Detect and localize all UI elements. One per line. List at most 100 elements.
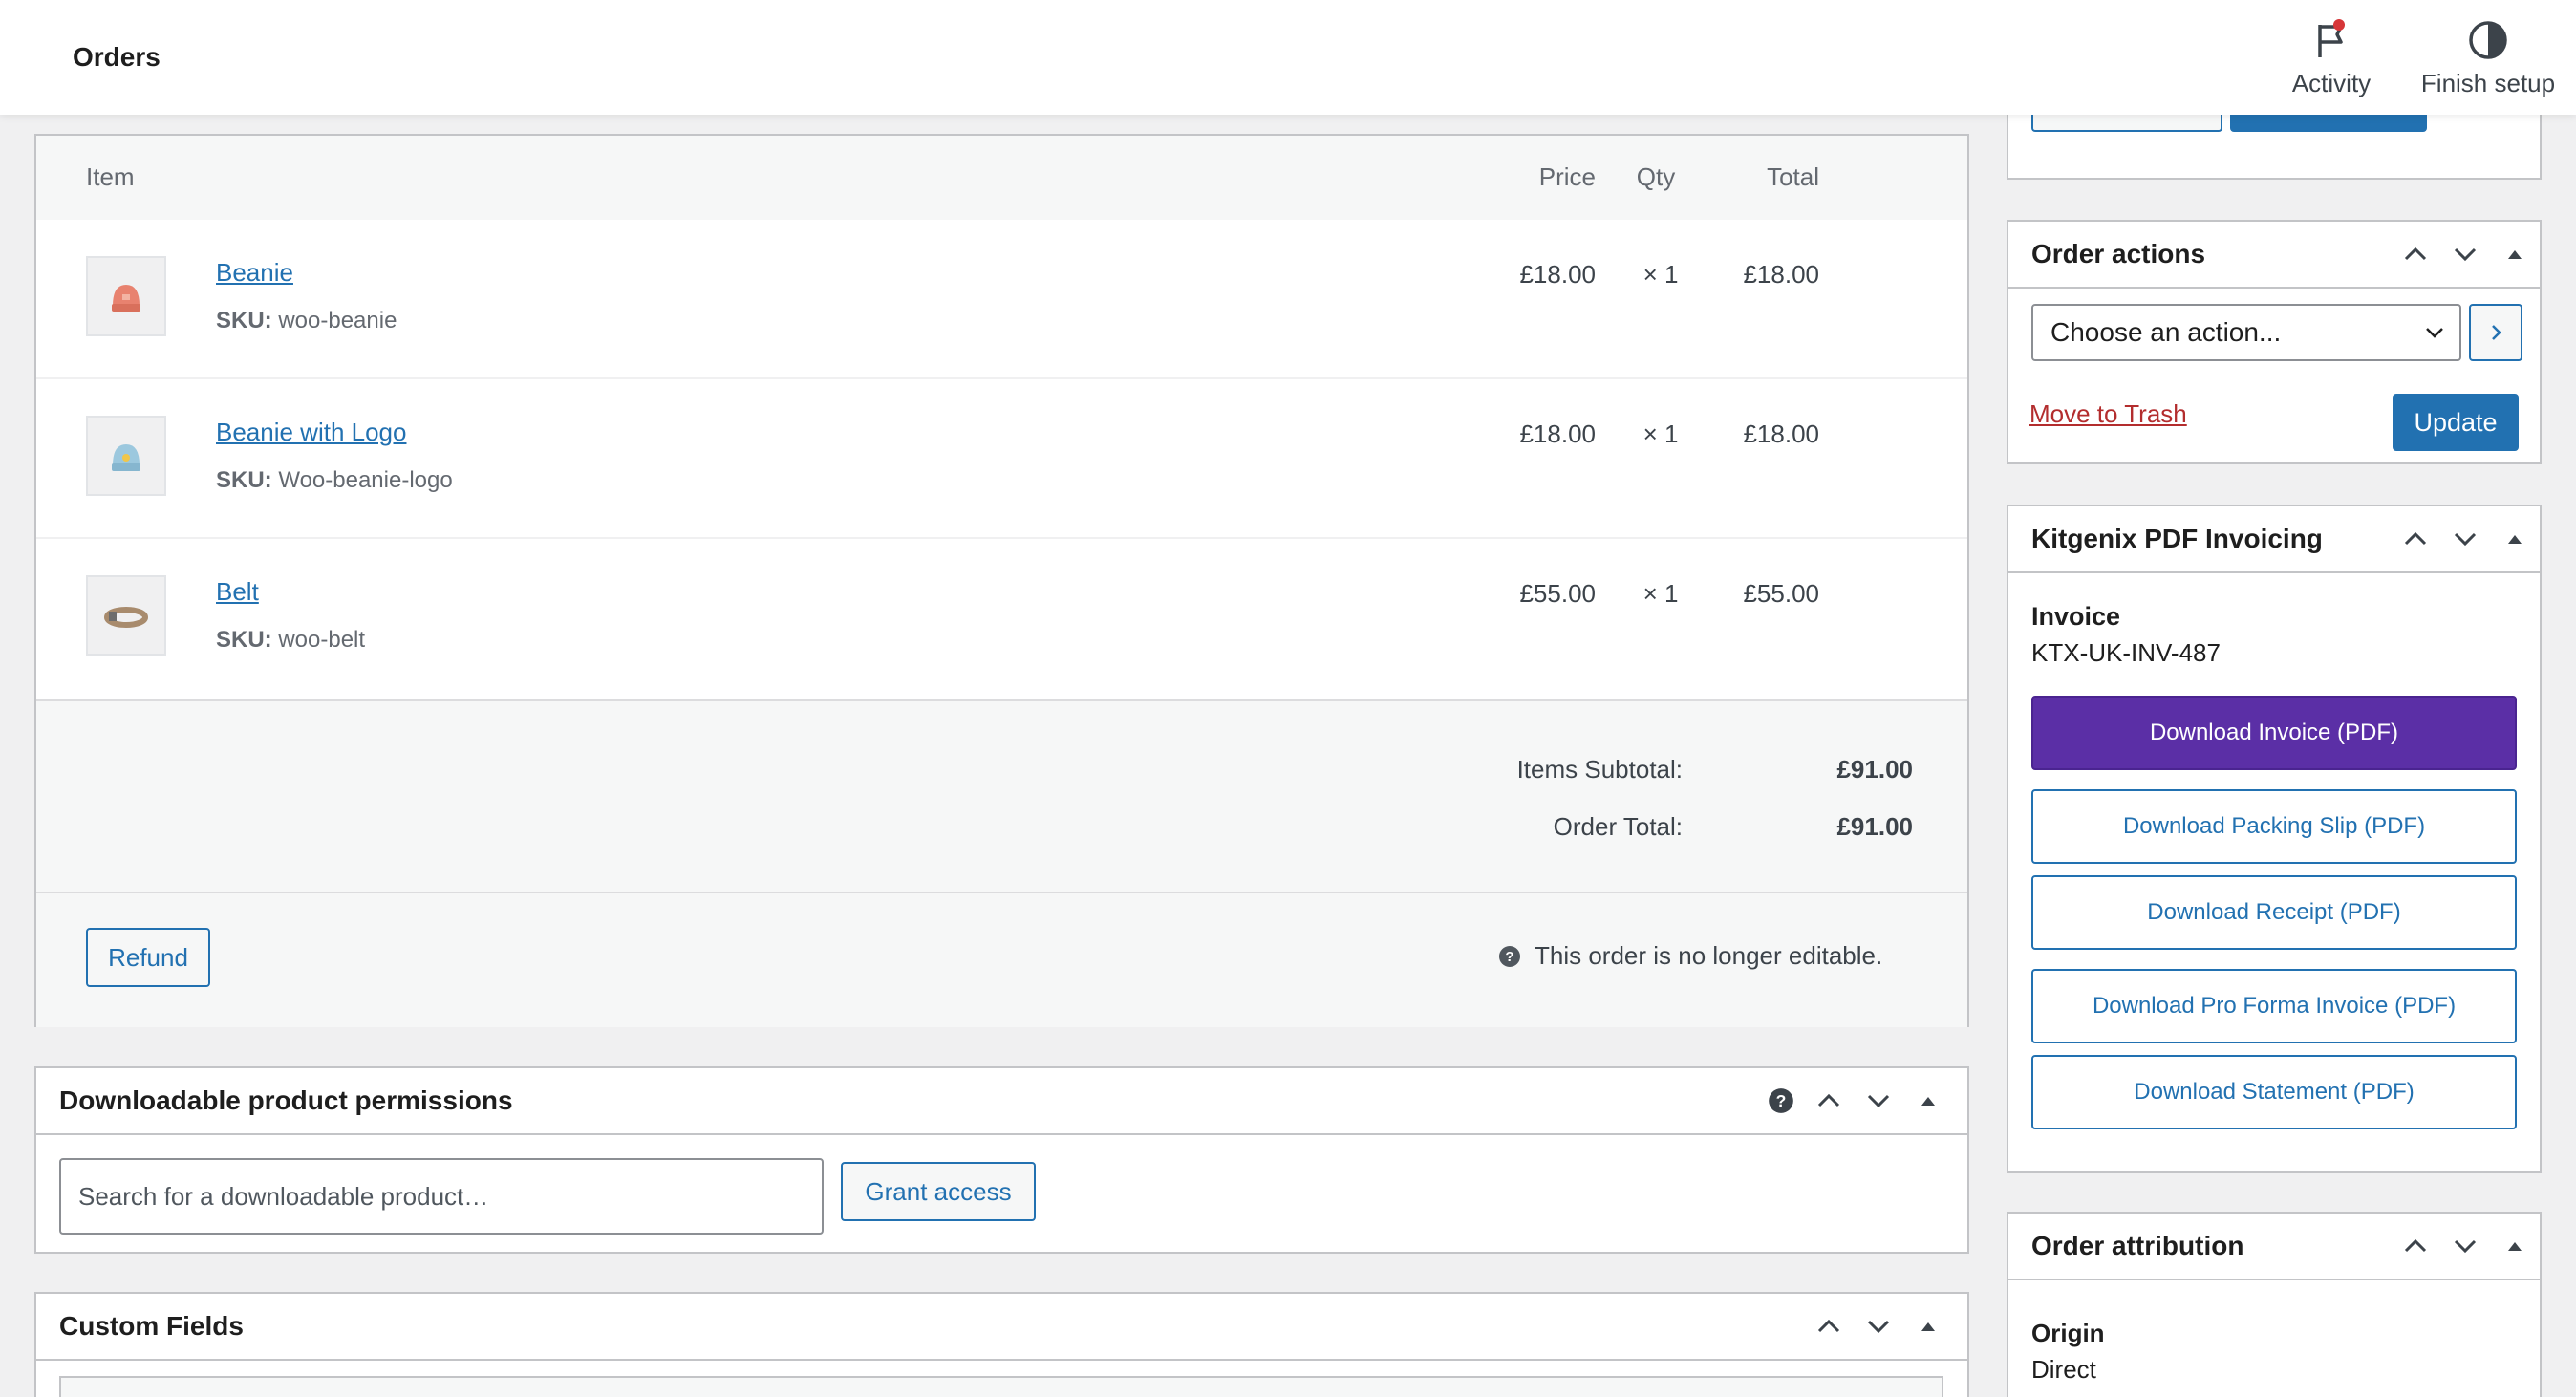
belt-image-icon <box>104 607 148 628</box>
panel-header: Order attribution <box>2008 1214 2540 1280</box>
not-editable-notice: ? This order is no longer editable. <box>1498 941 1882 971</box>
item-price: £55.00 <box>1519 579 1596 608</box>
product-sku: SKU: woo-belt <box>216 627 365 654</box>
svg-text:?: ? <box>1776 1091 1787 1110</box>
download-receipt-button[interactable]: Download Receipt (PDF) <box>2031 875 2517 950</box>
item-total: £18.00 <box>1743 419 1819 448</box>
column-price: Price <box>1538 162 1596 191</box>
chevron-right-icon <box>2492 325 2501 340</box>
item-qty: × 1 <box>1642 419 1679 448</box>
chevron-down-icon[interactable] <box>2444 233 2486 275</box>
download-invoice-button[interactable]: Download Invoice (PDF) <box>2031 696 2517 770</box>
column-item: Item <box>86 162 135 191</box>
sku-value: woo-belt <box>278 627 366 653</box>
items-subtotal-label: Items Subtotal: <box>1516 755 1683 784</box>
product-sku: SKU: Woo-beanie-logo <box>216 467 453 494</box>
apply-action-button[interactable] <box>2469 304 2522 361</box>
flag-icon <box>2308 17 2354 63</box>
table-row: Beanie SKU: woo-beanie £18.00 × 1 £18.00 <box>36 220 1967 379</box>
panel-title: Kitgenix PDF Invoicing <box>2031 524 2323 553</box>
order-action-select[interactable]: Choose an action... <box>2031 304 2461 361</box>
sku-value: Woo-beanie-logo <box>278 467 453 493</box>
panel-header: Order actions <box>2008 222 2540 289</box>
activity-label: Activity <box>2291 69 2372 97</box>
chevron-down-icon[interactable] <box>2444 1225 2486 1267</box>
move-to-trash-link[interactable]: Move to Trash <box>2029 399 2187 429</box>
svg-text:?: ? <box>1505 949 1513 965</box>
chevron-down-icon <box>2426 328 2443 338</box>
items-table-header: Item Price Qty Total <box>36 136 1967 220</box>
download-pro-forma-button[interactable]: Download Pro Forma Invoice (PDF) <box>2031 969 2517 1043</box>
item-qty: × 1 <box>1642 260 1679 289</box>
product-sku: SKU: woo-beanie <box>216 308 397 334</box>
table-row: Beanie with Logo SKU: Woo-beanie-logo £1… <box>36 379 1967 539</box>
product-thumbnail <box>86 416 166 496</box>
chevron-up-icon[interactable] <box>1808 1080 1850 1122</box>
custom-fields-panel: Custom Fields <box>34 1292 1969 1397</box>
product-thumbnail <box>86 575 166 656</box>
refund-button[interactable]: Refund <box>86 928 210 987</box>
item-qty: × 1 <box>1642 579 1679 608</box>
chevron-down-icon[interactable] <box>2444 518 2486 560</box>
downloadable-product-search[interactable]: Search for a downloadable product… <box>59 1158 824 1235</box>
beanie-image-icon <box>112 285 140 312</box>
product-link[interactable]: Beanie with Logo <box>216 418 406 447</box>
panel-header: Downloadable product permissions ? <box>36 1068 1967 1135</box>
column-total: Total <box>1767 162 1819 191</box>
finish-setup-button[interactable]: Finish setup <box>2412 17 2565 101</box>
beanie-logo-image-icon <box>112 444 140 471</box>
top-header: Orders Activity Finish setup <box>0 0 2576 115</box>
chevron-up-icon[interactable] <box>2394 1225 2436 1267</box>
chevron-down-icon[interactable] <box>1857 1080 1900 1122</box>
grant-access-button[interactable]: Grant access <box>841 1162 1036 1221</box>
custom-fields-table-header <box>59 1376 1943 1397</box>
download-packing-slip-button[interactable]: Download Packing Slip (PDF) <box>2031 789 2517 864</box>
panel-header: Custom Fields <box>36 1294 1967 1361</box>
pdf-invoicing-panel: Kitgenix PDF Invoicing Invoice KTX-UK-IN… <box>2007 505 2542 1173</box>
order-items-panel: Item Price Qty Total Beanie SKU: woo-bea… <box>34 134 1969 1027</box>
page-title: Orders <box>73 42 161 72</box>
table-row: Belt SKU: woo-belt £55.00 × 1 £55.00 <box>36 539 1967 698</box>
order-action-select-value: Choose an action... <box>2050 317 2282 347</box>
invoice-number: KTX-UK-INV-487 <box>2031 638 2221 667</box>
update-button[interactable]: Update <box>2393 394 2519 451</box>
collapse-toggle-icon[interactable] <box>2494 1225 2536 1267</box>
column-qty: Qty <box>1636 162 1676 191</box>
item-total: £55.00 <box>1743 579 1819 608</box>
collapse-toggle-icon[interactable] <box>1907 1080 1949 1122</box>
chevron-up-icon[interactable] <box>1808 1305 1850 1347</box>
items-subtotal-value: £91.00 <box>1836 755 1913 784</box>
download-statement-button[interactable]: Download Statement (PDF) <box>2031 1055 2517 1129</box>
finish-setup-label: Finish setup <box>2420 69 2556 97</box>
downloadable-permissions-panel: Downloadable product permissions ? Searc… <box>34 1066 1969 1254</box>
items-footer: Refund ? This order is no longer editabl… <box>36 893 1967 1027</box>
panel-title: Custom Fields <box>59 1311 244 1341</box>
collapse-toggle-icon[interactable] <box>2494 518 2536 560</box>
item-price: £18.00 <box>1519 260 1596 289</box>
half-circle-icon <box>2465 17 2511 63</box>
collapse-toggle-icon[interactable] <box>1907 1305 1949 1347</box>
order-totals: Items Subtotal: £91.00 Order Total: £91.… <box>36 699 1967 893</box>
collapse-toggle-icon[interactable] <box>2494 233 2536 275</box>
order-attribution-panel: Order attribution Origin Direct <box>2007 1212 2542 1397</box>
panel-title: Downloadable product permissions <box>59 1085 513 1115</box>
not-editable-text: This order is no longer editable. <box>1535 941 1883 970</box>
product-link[interactable]: Beanie <box>216 258 293 288</box>
order-total-value: £91.00 <box>1836 812 1913 841</box>
product-link[interactable]: Belt <box>216 577 259 607</box>
origin-label: Origin <box>2031 1319 2105 1347</box>
invoice-label: Invoice <box>2031 602 2121 631</box>
chevron-up-icon[interactable] <box>2394 518 2436 560</box>
panel-title: Order actions <box>2031 239 2206 269</box>
activity-button[interactable]: Activity <box>2284 17 2379 101</box>
origin-value: Direct <box>2031 1355 2096 1384</box>
chevron-up-icon[interactable] <box>2394 233 2436 275</box>
chevron-down-icon[interactable] <box>1857 1305 1900 1347</box>
help-icon: ? <box>1499 945 1520 967</box>
order-total-label: Order Total: <box>1553 812 1683 841</box>
panel-header: Kitgenix PDF Invoicing <box>2008 506 2540 573</box>
item-total: £18.00 <box>1743 260 1819 289</box>
sku-label: SKU: <box>216 467 272 493</box>
help-icon[interactable]: ? <box>1760 1080 1802 1122</box>
panel-title: Order attribution <box>2031 1231 2244 1260</box>
